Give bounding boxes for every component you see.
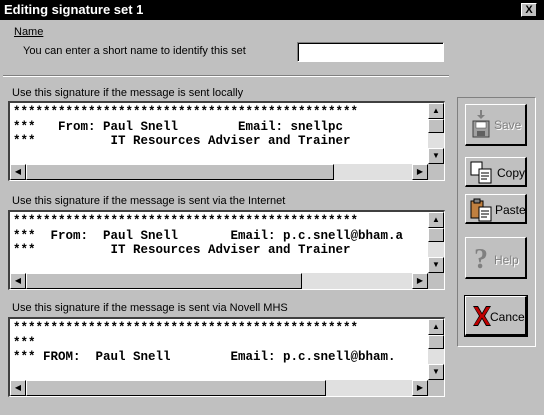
horizontal-scrollbar[interactable]: ◀ ▶: [10, 273, 428, 289]
scroll-thumb[interactable]: [428, 119, 444, 133]
internet-signature-label: Use this signature if the message is sen…: [12, 195, 286, 207]
mhs-signature-box[interactable]: ****************************************…: [8, 317, 445, 397]
scroll-down-button[interactable]: ▼: [428, 148, 444, 164]
svg-text:?: ?: [474, 244, 488, 274]
internet-signature-box[interactable]: ****************************************…: [8, 210, 445, 290]
close-button[interactable]: X: [521, 3, 537, 17]
save-label: Save: [494, 118, 522, 132]
title-bar: Editing signature set 1 X: [0, 0, 544, 20]
divider: [3, 75, 449, 77]
help-button[interactable]: ? Help: [465, 237, 527, 279]
cancel-label: Cancel: [490, 310, 528, 324]
paste-label: Paste: [495, 203, 526, 217]
scrollbar-corner: [428, 380, 444, 396]
internet-signature-text[interactable]: ****************************************…: [13, 214, 427, 272]
local-signature-text[interactable]: ****************************************…: [13, 105, 427, 163]
question-mark-icon: ?: [474, 244, 488, 274]
scroll-thumb[interactable]: [26, 380, 326, 396]
scroll-right-button[interactable]: ▶: [412, 380, 428, 396]
help-label: Help: [494, 253, 519, 267]
mhs-signature-text[interactable]: ****************************************…: [13, 321, 427, 379]
scroll-down-button[interactable]: ▼: [428, 257, 444, 273]
scroll-thumb[interactable]: [26, 164, 334, 180]
copy-label: Copy: [497, 166, 526, 180]
scroll-left-button[interactable]: ◀: [10, 273, 26, 289]
name-hint: You can enter a short name to identify t…: [23, 45, 246, 57]
scroll-up-button[interactable]: ▲: [428, 212, 444, 228]
local-signature-label: Use this signature if the message is sen…: [12, 87, 244, 99]
window-title: Editing signature set 1: [4, 2, 144, 17]
local-signature-box[interactable]: ****************************************…: [8, 101, 445, 181]
save-button[interactable]: Save: [465, 104, 527, 146]
scroll-right-button[interactable]: ▶: [412, 164, 428, 180]
vertical-scrollbar[interactable]: ▲ ▼: [428, 103, 444, 164]
scrollbar-corner: [428, 273, 444, 289]
cancel-button[interactable]: Cancel: [464, 295, 528, 337]
mhs-signature-label: Use this signature if the message is sen…: [12, 302, 288, 314]
vertical-scrollbar[interactable]: ▲ ▼: [428, 212, 444, 273]
scroll-up-button[interactable]: ▲: [428, 319, 444, 335]
floppy-disk-icon: [472, 110, 490, 138]
scrollbar-corner: [428, 164, 444, 180]
copy-button[interactable]: Copy: [465, 157, 527, 187]
copy-icon: [470, 161, 492, 184]
scroll-thumb[interactable]: [428, 228, 444, 242]
horizontal-scrollbar[interactable]: ◀ ▶: [10, 380, 428, 396]
paste-icon: [470, 198, 492, 222]
scroll-left-button[interactable]: ◀: [10, 164, 26, 180]
scroll-down-button[interactable]: ▼: [428, 364, 444, 380]
set-name-input[interactable]: [297, 42, 444, 62]
scroll-left-button[interactable]: ◀: [10, 380, 26, 396]
scroll-thumb[interactable]: [428, 335, 444, 349]
scroll-right-button[interactable]: ▶: [412, 273, 428, 289]
scroll-thumb[interactable]: [26, 273, 302, 289]
paste-button[interactable]: Paste: [465, 194, 527, 224]
scroll-up-button[interactable]: ▲: [428, 103, 444, 119]
horizontal-scrollbar[interactable]: ◀ ▶: [10, 164, 428, 180]
vertical-scrollbar[interactable]: ▲ ▼: [428, 319, 444, 380]
name-section-label: Name: [14, 26, 44, 38]
close-icon: X: [525, 4, 533, 16]
